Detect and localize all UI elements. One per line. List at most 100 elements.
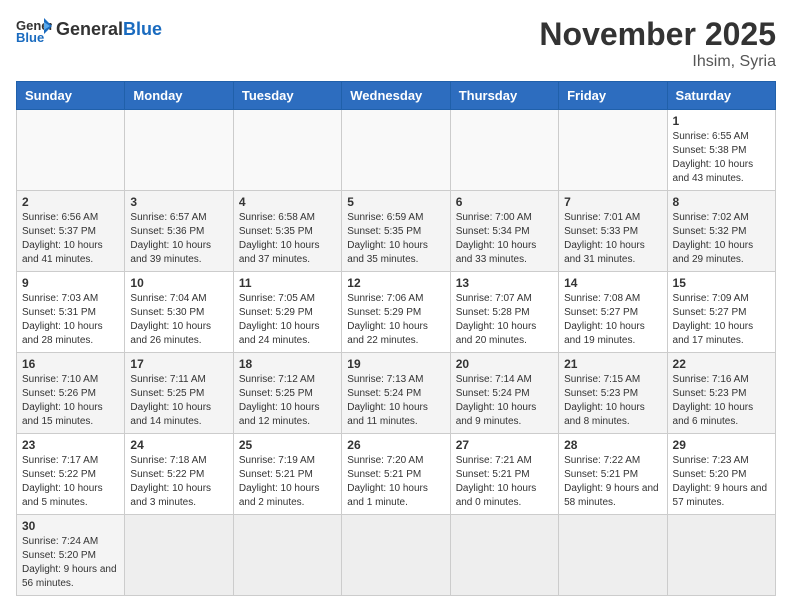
day-number: 15 — [673, 276, 770, 290]
day-number: 23 — [22, 438, 119, 452]
calendar-cell — [233, 515, 341, 596]
day-info: Sunrise: 7:09 AM Sunset: 5:27 PM Dayligh… — [673, 292, 770, 348]
calendar-week-4: 16 Sunrise: 7:10 AM Sunset: 5:26 PM Dayli… — [17, 353, 776, 434]
calendar-cell: 18 Sunrise: 7:12 AM Sunset: 5:25 PM Dayli… — [233, 353, 341, 434]
calendar-cell: 11Sunrise: 7:05 AM Sunset: 5:29 PM Dayli… — [233, 272, 341, 353]
day-info: Sunrise: 7:07 AM Sunset: 5:28 PM Dayligh… — [456, 292, 553, 348]
day-info: Sunrise: 7:03 AM Sunset: 5:31 PM Dayligh… — [22, 292, 119, 348]
calendar-cell — [125, 515, 233, 596]
svg-text:Blue: Blue — [16, 30, 44, 44]
calendar-week-6: 30 Sunrise: 7:24 AM Sunset: 5:20 PM Dayli… — [17, 515, 776, 596]
day-number: 10 — [130, 276, 227, 290]
month-title: November 2025 — [539, 16, 776, 53]
calendar-cell: 21 Sunrise: 7:15 AM Sunset: 5:23 PM Dayli… — [559, 353, 667, 434]
day-number: 18 — [239, 357, 336, 371]
day-number: 12 — [347, 276, 444, 290]
calendar-cell: 9 Sunrise: 7:03 AM Sunset: 5:31 PM Daylig… — [17, 272, 125, 353]
day-number: 1 — [673, 114, 770, 128]
day-info: Sunrise: 7:17 AM Sunset: 5:22 PM Dayligh… — [22, 454, 119, 510]
day-info: Sunrise: 7:21 AM Sunset: 5:21 PM Dayligh… — [456, 454, 553, 510]
day-info: Sunrise: 7:02 AM Sunset: 5:32 PM Dayligh… — [673, 211, 770, 267]
day-header-tuesday: Tuesday — [233, 82, 341, 110]
calendar-cell: 14Sunrise: 7:08 AM Sunset: 5:27 PM Dayli… — [559, 272, 667, 353]
day-info: Sunrise: 6:58 AM Sunset: 5:35 PM Dayligh… — [239, 211, 336, 267]
day-info: Sunrise: 7:22 AM Sunset: 5:21 PM Dayligh… — [564, 454, 661, 510]
calendar-cell: 26 Sunrise: 7:20 AM Sunset: 5:21 PM Dayli… — [342, 434, 450, 515]
logo-text: GeneralBlue — [56, 20, 162, 40]
calendar-cell: 17Sunrise: 7:11 AM Sunset: 5:25 PM Dayli… — [125, 353, 233, 434]
day-info: Sunrise: 6:57 AM Sunset: 5:36 PM Dayligh… — [130, 211, 227, 267]
day-number: 17 — [130, 357, 227, 371]
day-info: Sunrise: 6:59 AM Sunset: 5:35 PM Dayligh… — [347, 211, 444, 267]
day-info: Sunrise: 7:24 AM Sunset: 5:20 PM Dayligh… — [22, 535, 119, 591]
calendar-cell: 8Sunrise: 7:02 AM Sunset: 5:32 PM Daylig… — [667, 191, 775, 272]
day-number: 13 — [456, 276, 553, 290]
day-info: Sunrise: 7:00 AM Sunset: 5:34 PM Dayligh… — [456, 211, 553, 267]
calendar-cell: 23 Sunrise: 7:17 AM Sunset: 5:22 PM Dayli… — [17, 434, 125, 515]
day-info: Sunrise: 7:10 AM Sunset: 5:26 PM Dayligh… — [22, 373, 119, 429]
calendar-cell: 13 Sunrise: 7:07 AM Sunset: 5:28 PM Dayli… — [450, 272, 558, 353]
calendar-cell: 5 Sunrise: 6:59 AM Sunset: 5:35 PM Daylig… — [342, 191, 450, 272]
logo: General Blue GeneralBlue — [16, 16, 162, 44]
day-info: Sunrise: 7:13 AM Sunset: 5:24 PM Dayligh… — [347, 373, 444, 429]
calendar-cell: 19 Sunrise: 7:13 AM Sunset: 5:24 PM Dayli… — [342, 353, 450, 434]
day-info: Sunrise: 7:12 AM Sunset: 5:25 PM Dayligh… — [239, 373, 336, 429]
day-number: 29 — [673, 438, 770, 452]
calendar-cell — [233, 110, 341, 191]
calendar-cell: 25Sunrise: 7:19 AM Sunset: 5:21 PM Dayli… — [233, 434, 341, 515]
day-number: 21 — [564, 357, 661, 371]
day-info: Sunrise: 6:55 AM Sunset: 5:38 PM Dayligh… — [673, 130, 770, 186]
day-number: 5 — [347, 195, 444, 209]
calendar-table: SundayMondayTuesdayWednesdayThursdayFrid… — [16, 81, 776, 596]
day-info: Sunrise: 7:01 AM Sunset: 5:33 PM Dayligh… — [564, 211, 661, 267]
calendar-cell — [125, 110, 233, 191]
day-header-sunday: Sunday — [17, 82, 125, 110]
day-number: 3 — [130, 195, 227, 209]
calendar-cell — [667, 515, 775, 596]
calendar-cell — [17, 110, 125, 191]
general-blue-logo-icon: General Blue — [16, 16, 52, 44]
calendar-header-row: SundayMondayTuesdayWednesdayThursdayFrid… — [17, 82, 776, 110]
calendar-week-1: 1 Sunrise: 6:55 AM Sunset: 5:38 PM Daylig… — [17, 110, 776, 191]
day-number: 26 — [347, 438, 444, 452]
calendar-week-3: 9 Sunrise: 7:03 AM Sunset: 5:31 PM Daylig… — [17, 272, 776, 353]
day-info: Sunrise: 7:14 AM Sunset: 5:24 PM Dayligh… — [456, 373, 553, 429]
day-info: Sunrise: 7:04 AM Sunset: 5:30 PM Dayligh… — [130, 292, 227, 348]
day-header-saturday: Saturday — [667, 82, 775, 110]
day-number: 22 — [673, 357, 770, 371]
day-info: Sunrise: 7:20 AM Sunset: 5:21 PM Dayligh… — [347, 454, 444, 510]
day-info: Sunrise: 6:56 AM Sunset: 5:37 PM Dayligh… — [22, 211, 119, 267]
calendar-cell — [342, 515, 450, 596]
calendar-week-5: 23 Sunrise: 7:17 AM Sunset: 5:22 PM Dayli… — [17, 434, 776, 515]
calendar-cell — [559, 515, 667, 596]
day-info: Sunrise: 7:18 AM Sunset: 5:22 PM Dayligh… — [130, 454, 227, 510]
calendar-cell — [450, 110, 558, 191]
day-number: 24 — [130, 438, 227, 452]
calendar-cell: 16 Sunrise: 7:10 AM Sunset: 5:26 PM Dayli… — [17, 353, 125, 434]
day-number: 16 — [22, 357, 119, 371]
day-info: Sunrise: 7:23 AM Sunset: 5:20 PM Dayligh… — [673, 454, 770, 510]
day-info: Sunrise: 7:15 AM Sunset: 5:23 PM Dayligh… — [564, 373, 661, 429]
day-number: 27 — [456, 438, 553, 452]
calendar-cell: 10 Sunrise: 7:04 AM Sunset: 5:30 PM Dayli… — [125, 272, 233, 353]
day-info: Sunrise: 7:05 AM Sunset: 5:29 PM Dayligh… — [239, 292, 336, 348]
calendar-cell: 4Sunrise: 6:58 AM Sunset: 5:35 PM Daylig… — [233, 191, 341, 272]
day-header-thursday: Thursday — [450, 82, 558, 110]
day-info: Sunrise: 7:16 AM Sunset: 5:23 PM Dayligh… — [673, 373, 770, 429]
calendar-cell: 6Sunrise: 7:00 AM Sunset: 5:34 PM Daylig… — [450, 191, 558, 272]
day-number: 9 — [22, 276, 119, 290]
calendar-cell — [450, 515, 558, 596]
day-number: 19 — [347, 357, 444, 371]
day-info: Sunrise: 7:19 AM Sunset: 5:21 PM Dayligh… — [239, 454, 336, 510]
calendar-cell: 28Sunrise: 7:22 AM Sunset: 5:21 PM Dayli… — [559, 434, 667, 515]
page-header: General Blue GeneralBlue November 2025 I… — [16, 16, 776, 71]
day-info: Sunrise: 7:06 AM Sunset: 5:29 PM Dayligh… — [347, 292, 444, 348]
calendar-cell: 24 Sunrise: 7:18 AM Sunset: 5:22 PM Dayli… — [125, 434, 233, 515]
day-number: 20 — [456, 357, 553, 371]
calendar-cell: 2Sunrise: 6:56 AM Sunset: 5:37 PM Daylig… — [17, 191, 125, 272]
calendar-cell: 22 Sunrise: 7:16 AM Sunset: 5:23 PM Dayli… — [667, 353, 775, 434]
location: Ihsim, Syria — [539, 53, 776, 71]
day-number: 30 — [22, 519, 119, 533]
day-number: 7 — [564, 195, 661, 209]
calendar-cell: 29 Sunrise: 7:23 AM Sunset: 5:20 PM Dayli… — [667, 434, 775, 515]
